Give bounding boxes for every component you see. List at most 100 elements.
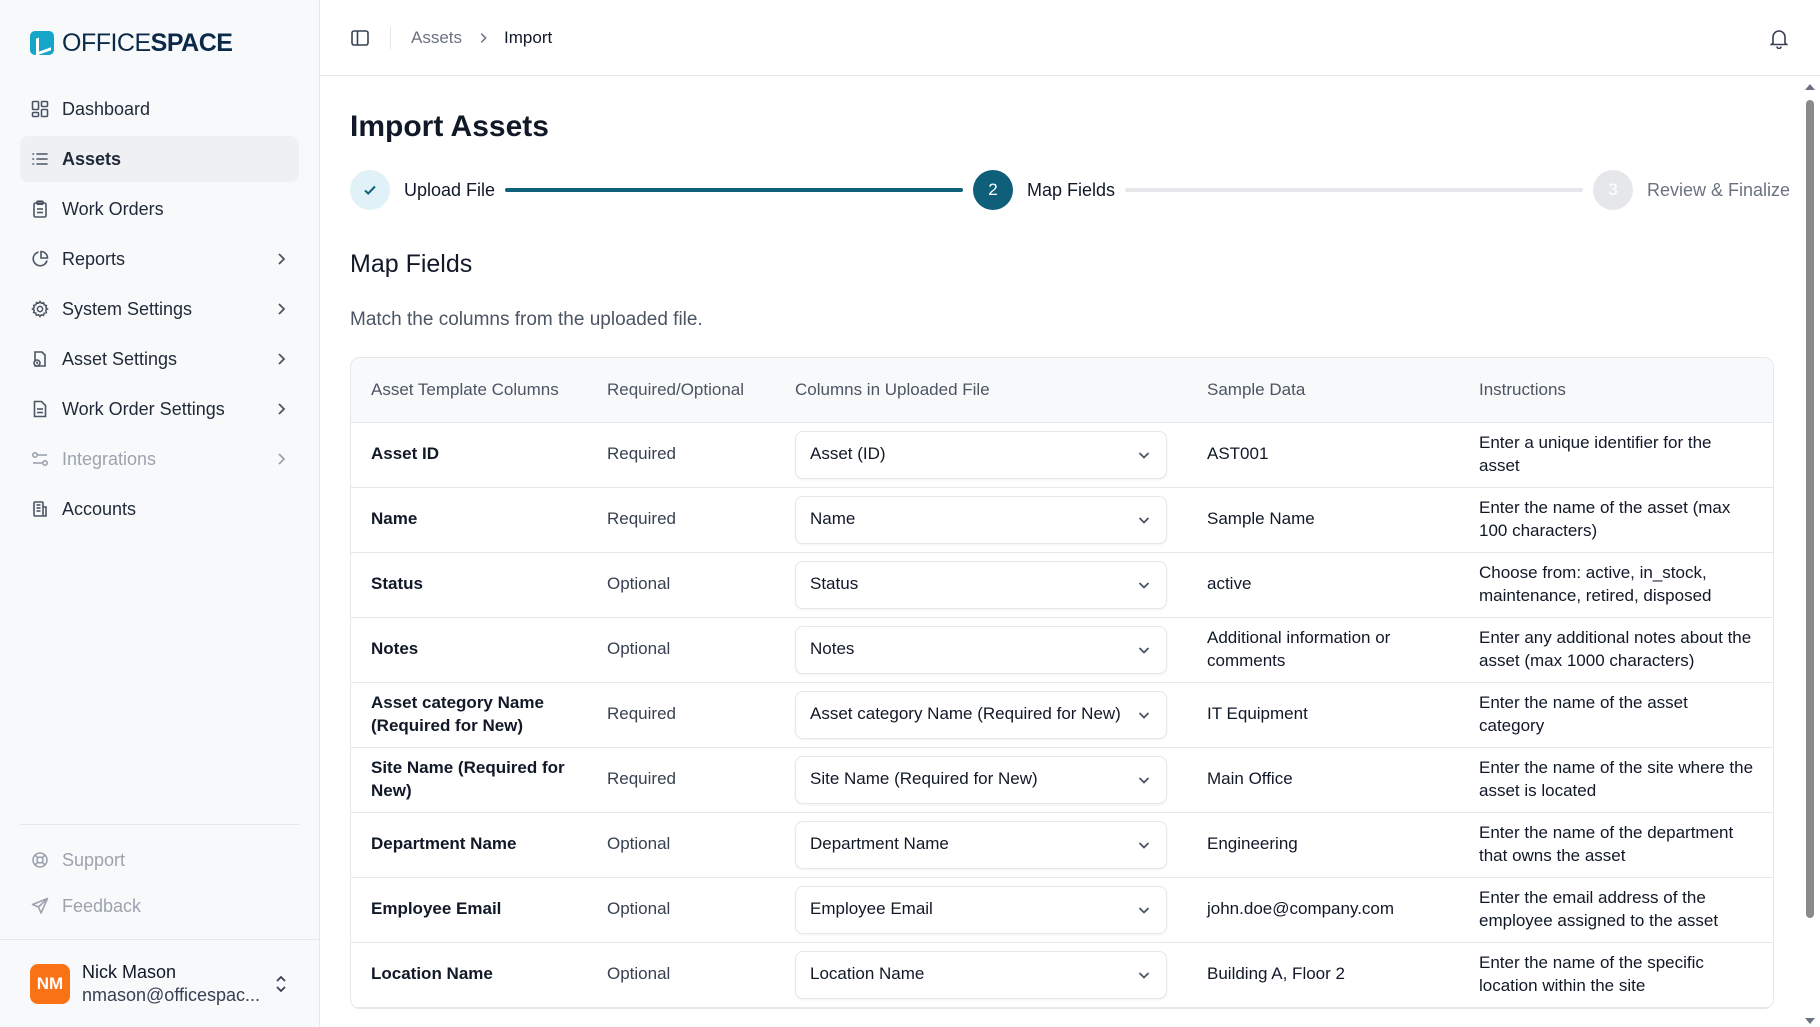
- sidebar-item-system-settings[interactable]: System Settings: [20, 286, 299, 332]
- sidebar-item-label: Work Orders: [62, 198, 164, 219]
- instructions: Enter the name of the specific location …: [1459, 942, 1773, 1008]
- user-menu[interactable]: NM Nick Mason nmason@officespac...: [0, 939, 319, 1027]
- sidebar-item-dashboard[interactable]: Dashboard: [20, 86, 299, 132]
- instructions: Enter the name of the asset (max 100 cha…: [1459, 487, 1773, 553]
- sample-data: john.doe@company.com: [1187, 877, 1459, 943]
- template-column-name: Status: [351, 552, 587, 618]
- column-mapping-select[interactable]: Asset category Name (Required for New): [795, 690, 1167, 739]
- chevron-right-icon: [278, 253, 286, 265]
- main-content: Assets Import Import Assets Upload File …: [320, 0, 1820, 1027]
- step-map-fields[interactable]: 2 Map Fields: [972, 170, 1116, 210]
- progress-stepper: Upload File 2 Map Fields 3 Review & Fina…: [350, 168, 1790, 212]
- step-upload-file[interactable]: Upload File: [350, 170, 495, 210]
- column-header: Asset Template Columns: [351, 358, 587, 423]
- page-title: Import Assets: [350, 110, 549, 143]
- sidebar-item-work-order-settings[interactable]: Work Order Settings: [20, 386, 299, 432]
- select-value: Asset (ID): [810, 444, 886, 464]
- support-label: Support: [62, 849, 126, 870]
- column-mapping-select[interactable]: Name: [795, 495, 1167, 544]
- select-value: Location Name: [810, 964, 925, 984]
- column-mapping-select[interactable]: Asset (ID): [795, 430, 1167, 479]
- required-status: Required: [587, 747, 775, 813]
- select-value: Status: [810, 574, 859, 594]
- sidebar-item-label: Assets: [62, 148, 122, 169]
- column-header: Instructions: [1459, 358, 1773, 423]
- mapping-cell: Status: [775, 552, 1187, 618]
- pie-chart-icon: [30, 249, 50, 269]
- import-page: Import Assets Upload File 2 Map Fields 3…: [320, 76, 1820, 1009]
- step-label: Review & Finalize: [1646, 179, 1791, 200]
- section-title: Map Fields: [350, 250, 473, 278]
- vertical-scrollbar[interactable]: [1804, 84, 1816, 1024]
- chevron-down-icon: [1138, 906, 1150, 914]
- column-mapping-select[interactable]: Notes: [795, 625, 1167, 674]
- sidebar-item-label: Asset Settings: [62, 348, 178, 369]
- column-mapping-select[interactable]: Employee Email: [795, 885, 1167, 934]
- sample-data: active: [1187, 552, 1459, 618]
- step-review-finalize[interactable]: 3 Review & Finalize: [1592, 170, 1791, 210]
- section-subtitle: Match the columns from the uploaded file…: [350, 309, 703, 330]
- sidebar-item-asset-settings[interactable]: Asset Settings: [20, 336, 299, 382]
- step-connector: [505, 188, 963, 192]
- sidebar-item-label: Dashboard: [62, 98, 151, 119]
- instructions: Enter the name of the department that ow…: [1459, 812, 1773, 878]
- template-column-name: Asset ID: [351, 422, 587, 488]
- table-row: Notes Optional Notes Additional information…: [351, 617, 1773, 683]
- sidebar-item-assets[interactable]: Assets: [20, 136, 299, 182]
- select-value: Site Name (Required for New): [810, 769, 1038, 789]
- mapping-cell: Name: [775, 487, 1187, 553]
- table-row: Department Name Optional Department Name En…: [351, 812, 1773, 878]
- column-mapping-select[interactable]: Site Name (Required for New): [795, 755, 1167, 804]
- step-label: Upload File: [404, 179, 496, 200]
- template-column-name: Employee Email: [351, 877, 587, 943]
- step-connector: [1125, 188, 1583, 192]
- send-icon: [30, 896, 50, 916]
- column-mapping-select[interactable]: Department Name: [795, 820, 1167, 869]
- support-link[interactable]: Support: [20, 837, 299, 883]
- scroll-up-arrow[interactable]: [1805, 84, 1815, 90]
- mapping-cell: Notes: [775, 617, 1187, 683]
- table-header-row: Asset Template Columns Required/Optional…: [351, 358, 1773, 423]
- mapping-cell: Employee Email: [775, 877, 1187, 943]
- scroll-thumb[interactable]: [1806, 100, 1814, 918]
- feedback-link[interactable]: Feedback: [20, 883, 299, 929]
- sidebar-item-label: Integrations: [62, 448, 157, 469]
- sidebar-item-accounts[interactable]: Accounts: [20, 486, 299, 532]
- instructions: Enter any additional notes about the ass…: [1459, 617, 1773, 683]
- column-mapping-select[interactable]: Status: [795, 560, 1167, 609]
- brand-name: OFFICESPACE: [62, 28, 233, 57]
- template-column-name: Site Name (Required for New): [351, 747, 587, 813]
- instructions: Enter a unique identifier for the asset: [1459, 422, 1773, 488]
- instructions: Enter the name of the site where the ass…: [1459, 747, 1773, 813]
- template-column-name: Department Name: [351, 812, 587, 878]
- building-icon: [30, 499, 50, 519]
- mapping-cell: Site Name (Required for New): [775, 747, 1187, 813]
- brand-logo[interactable]: OFFICESPACE: [20, 0, 299, 86]
- breadcrumb-assets[interactable]: Assets: [411, 28, 462, 48]
- sidebar-item-reports[interactable]: Reports: [20, 236, 299, 282]
- required-status: Optional: [587, 552, 775, 618]
- select-value: Employee Email: [810, 899, 933, 919]
- sidebar-item-integrations[interactable]: Integrations: [20, 436, 299, 482]
- chevron-right-icon: [278, 453, 286, 465]
- chevron-down-icon: [1138, 646, 1150, 654]
- sample-data: Engineering: [1187, 812, 1459, 878]
- chevron-down-icon: [1138, 841, 1150, 849]
- sample-data: Main Office: [1187, 747, 1459, 813]
- bell-icon[interactable]: [1768, 27, 1790, 49]
- sidebar-toggle-icon[interactable]: [350, 28, 370, 48]
- sidebar-item-work-orders[interactable]: Work Orders: [20, 186, 299, 232]
- sidebar-footer: Support Feedback NM Nick Mason nmason@of…: [0, 824, 319, 1027]
- sidebar-item-label: Reports: [62, 248, 126, 269]
- required-status: Required: [587, 682, 775, 748]
- column-mapping-select[interactable]: Location Name: [795, 950, 1167, 999]
- step-label: Map Fields: [1026, 179, 1116, 200]
- chevron-down-icon: [1138, 451, 1150, 459]
- table-row: Employee Email Optional Employee Email john…: [351, 877, 1773, 943]
- dashboard-icon: [30, 99, 50, 119]
- scroll-down-arrow[interactable]: [1805, 1018, 1815, 1024]
- instructions: Enter the email address of the employee …: [1459, 877, 1773, 943]
- chevron-right-icon: [480, 32, 487, 43]
- sidebar-item-label: System Settings: [62, 298, 193, 319]
- sample-data: Sample Name: [1187, 487, 1459, 553]
